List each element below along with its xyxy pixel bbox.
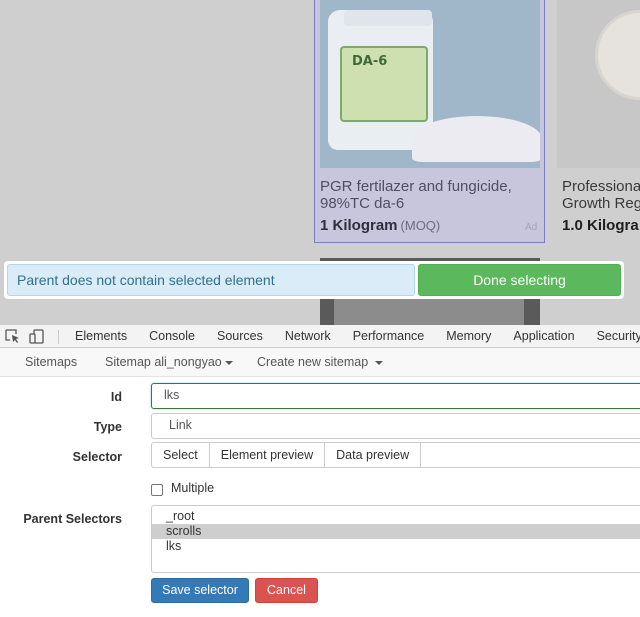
bottle-cap xyxy=(344,10,432,26)
bottle-label-text: DA-6 xyxy=(352,54,388,69)
type-select[interactable]: Link xyxy=(151,413,640,439)
save-selector-button[interactable]: Save selector xyxy=(151,578,249,603)
chevron-down-icon xyxy=(374,360,383,365)
select-button[interactable]: Select xyxy=(152,443,210,467)
id-input[interactable]: lks xyxy=(151,383,640,409)
cancel-button[interactable]: Cancel xyxy=(255,578,318,603)
tab-network[interactable]: Network xyxy=(274,325,342,348)
type-label: Type xyxy=(93,420,122,434)
tab-performance[interactable]: Performance xyxy=(342,325,436,348)
element-preview-button[interactable]: Element preview xyxy=(210,443,326,467)
tab-memory[interactable]: Memory xyxy=(435,325,502,348)
product-title[interactable]: PGR fertilazer and fungicide, 98%TC da-6 xyxy=(320,178,542,212)
nav-current-sitemap[interactable]: Sitemap ali_nongyao xyxy=(105,348,233,377)
ad-badge: Ad xyxy=(525,222,538,233)
tab-application[interactable]: Application xyxy=(502,325,585,348)
dish-image xyxy=(595,10,640,100)
moq-suffix: (MOQ) xyxy=(400,218,441,233)
product-moq: 1 Kilogram (MOQ) xyxy=(320,217,440,234)
scraper-nav: Sitemaps Sitemap ali_nongyao Create new … xyxy=(0,348,640,377)
selector-value-field[interactable] xyxy=(421,443,640,467)
device-toolbar-icon[interactable] xyxy=(29,329,45,344)
tab-elements[interactable]: Elements xyxy=(64,325,138,348)
product2-image[interactable] xyxy=(557,0,640,168)
done-selecting-button[interactable]: Done selecting xyxy=(418,264,621,296)
parent-option-root[interactable]: _root xyxy=(152,509,640,524)
powder-image xyxy=(412,116,540,162)
product-image[interactable]: DA-6 xyxy=(320,0,540,168)
nav-sitemaps[interactable]: Sitemaps xyxy=(25,348,77,377)
product3-image-detail xyxy=(334,298,524,325)
tab-console[interactable]: Console xyxy=(138,325,206,348)
nav-create-sitemap[interactable]: Create new sitemap xyxy=(257,348,383,377)
nav-current-sitemap-label: Sitemap ali_nongyao xyxy=(105,355,222,369)
tab-sources[interactable]: Sources xyxy=(206,325,274,348)
product2-title-line1: Professiona xyxy=(562,178,640,195)
selector-button-group: Select Element preview Data preview xyxy=(151,442,640,468)
multiple-label: Multiple xyxy=(171,481,215,495)
devtools-tabs: Elements Console Sources Network Perform… xyxy=(64,325,640,348)
chevron-down-icon xyxy=(224,360,233,365)
web-page-area: DA-6 PGR fertilazer and fungicide, 98%TC… xyxy=(0,0,640,325)
parent-option-scrolls[interactable]: scrolls xyxy=(152,524,640,539)
multiple-checkbox[interactable] xyxy=(151,484,163,496)
selection-message: Parent does not contain selected element xyxy=(7,264,415,296)
product2-title[interactable]: Professiona Growth Reg xyxy=(562,178,640,212)
selector-label: Selector xyxy=(72,450,122,464)
moq-amount: 1 Kilogram xyxy=(320,217,398,234)
parent-selectors-list[interactable]: _root scrolls lks xyxy=(151,505,640,573)
selection-bar: Parent does not contain selected element… xyxy=(4,261,624,299)
inspect-icon[interactable] xyxy=(5,329,21,344)
product2-title-line2: Growth Reg xyxy=(562,195,640,212)
bottle-label: DA-6 xyxy=(340,46,428,122)
parent-option-lks[interactable]: lks xyxy=(152,539,640,554)
id-label: Id xyxy=(110,390,122,404)
product2-moq: 1.0 Kilogra xyxy=(562,217,639,234)
tab-security[interactable]: Security xyxy=(586,325,640,348)
parent-selectors-label: Parent Selectors xyxy=(23,512,122,526)
devtools-tab-bar: Elements Console Sources Network Perform… xyxy=(0,325,640,348)
devtools-separator xyxy=(58,330,59,344)
data-preview-button[interactable]: Data preview xyxy=(325,443,422,467)
nav-create-sitemap-label: Create new sitemap xyxy=(257,355,369,369)
screen: DA-6 PGR fertilazer and fungicide, 98%TC… xyxy=(0,0,640,617)
